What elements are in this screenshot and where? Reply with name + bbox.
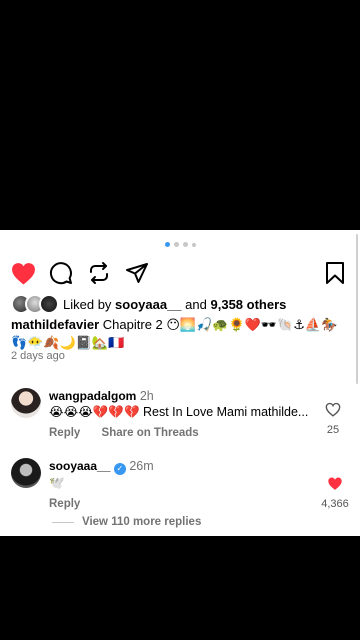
post-photo[interactable] [0, 104, 360, 230]
comment-like[interactable]: 25 [315, 402, 351, 436]
likes-user[interactable]: sooyaaa__ [115, 297, 182, 312]
comment-like-count: 4,366 [321, 498, 349, 510]
comment-username[interactable]: sooyaaa__ [49, 459, 110, 473]
scrollbar[interactable] [356, 234, 358, 384]
comment-button[interactable] [48, 260, 74, 286]
save-button[interactable] [322, 260, 348, 286]
liker-avatars [11, 294, 61, 314]
comment-username[interactable]: wangpadalgom [49, 389, 136, 403]
post-card: Liked by sooyaaa__ and 9,358 others math… [0, 230, 360, 536]
action-bar [0, 260, 360, 288]
post-caption: mathildefavier Chapitre 2 😶🌅🎣🐢🌻❤️🕶️🐚⚓⛵🏇👣… [11, 316, 351, 352]
post-date: 2 days ago [11, 350, 65, 362]
comment-icon [50, 262, 72, 285]
likes-summary[interactable]: Liked by sooyaaa__ and 9,358 others [11, 294, 286, 314]
heart-outline-icon [325, 402, 341, 417]
avatar[interactable] [11, 388, 41, 418]
top-letterbox [0, 0, 360, 104]
comment-item: wangpadalgom 2h 😭😭😭💔💔💔 Rest In Love Mami… [11, 388, 351, 448]
carousel-dot [182, 242, 188, 247]
divider [52, 521, 74, 523]
carousel-indicator [0, 242, 360, 247]
comment-item: sooyaaa__ ✓ 26m 🕊️ Reply 4,366 [11, 458, 351, 514]
share-icon [126, 263, 148, 283]
bookmark-icon [326, 262, 344, 284]
view-more-label[interactable]: View 110 more replies [82, 516, 201, 528]
likes-prefix: Liked by [63, 296, 112, 312]
carousel-dot [173, 242, 179, 247]
avatar [39, 294, 59, 314]
repost-button[interactable] [86, 260, 112, 286]
heart-icon [328, 477, 342, 490]
comment-text: 😭😭😭💔💔💔 Rest In Love Mami mathilde... [49, 405, 309, 419]
avatar[interactable] [11, 458, 41, 488]
repost-icon [90, 262, 108, 284]
carousel-dot-active [164, 242, 170, 247]
share-button[interactable] [124, 260, 150, 286]
comment-time: 2h [139, 389, 154, 403]
caption-username[interactable]: mathildefavier [11, 317, 99, 332]
comment-like[interactable]: 4,366 [315, 476, 355, 510]
view-more-replies[interactable]: View 110 more replies [52, 516, 201, 528]
bottom-letterbox [0, 536, 360, 640]
carousel-dot [191, 242, 196, 247]
heart-icon [11, 262, 35, 284]
comment-text: 🕊️ [49, 476, 65, 490]
share-on-threads-button[interactable]: Share on Threads [102, 427, 199, 439]
comment-time: 26m [129, 459, 154, 473]
likes-others[interactable]: 9,358 others [211, 297, 287, 312]
verified-badge-icon: ✓ [113, 463, 126, 475]
comment-like-count: 25 [326, 424, 340, 436]
reply-button[interactable]: Reply [49, 427, 80, 439]
reply-button[interactable]: Reply [49, 498, 80, 510]
like-button[interactable] [10, 260, 36, 286]
likes-joiner: and [185, 296, 207, 312]
